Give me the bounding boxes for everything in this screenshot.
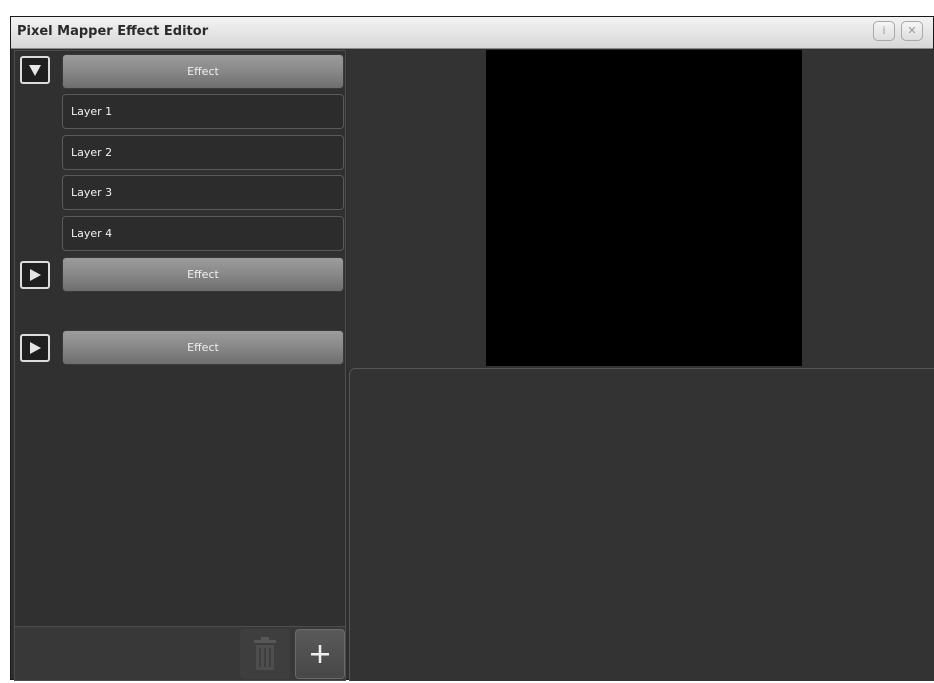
expand-toggle-button[interactable] [20,334,50,362]
layer-item[interactable]: Layer 3 [62,175,344,210]
preview-area [347,50,934,368]
properties-panel [349,368,934,681]
title-bar[interactable]: Pixel Mapper Effect Editor i ✕ [11,17,933,49]
expand-toggle-button[interactable] [20,261,50,289]
layer-item[interactable]: Layer 1 [62,94,344,129]
effect-button[interactable]: Effect [62,330,344,365]
add-button[interactable] [295,629,345,679]
triangle-down-icon [29,65,41,76]
trash-icon [254,637,276,670]
layer-item[interactable]: Layer 2 [62,135,344,170]
delete-button[interactable] [240,629,290,679]
collapse-toggle-button[interactable] [20,56,50,84]
effect-preview-canvas[interactable] [486,50,802,366]
effect-button[interactable]: Effect [62,54,344,89]
info-icon: i [882,24,886,37]
plus-icon [311,645,329,663]
triangle-right-icon [30,269,41,281]
triangle-right-icon [30,342,41,354]
layer-item[interactable]: Layer 4 [62,216,344,251]
tree-toolbar [14,627,346,681]
close-button[interactable]: ✕ [901,21,923,41]
effect-tree-panel: Effect Layer 1 Layer 2 Layer 3 Layer 4 E… [14,50,346,627]
pixel-mapper-window: Pixel Mapper Effect Editor i ✕ Effect La… [10,16,934,681]
window-title: Pixel Mapper Effect Editor [17,24,209,39]
effect-button[interactable]: Effect [62,257,344,292]
close-icon: ✕ [907,24,917,37]
info-button[interactable]: i [873,21,895,41]
